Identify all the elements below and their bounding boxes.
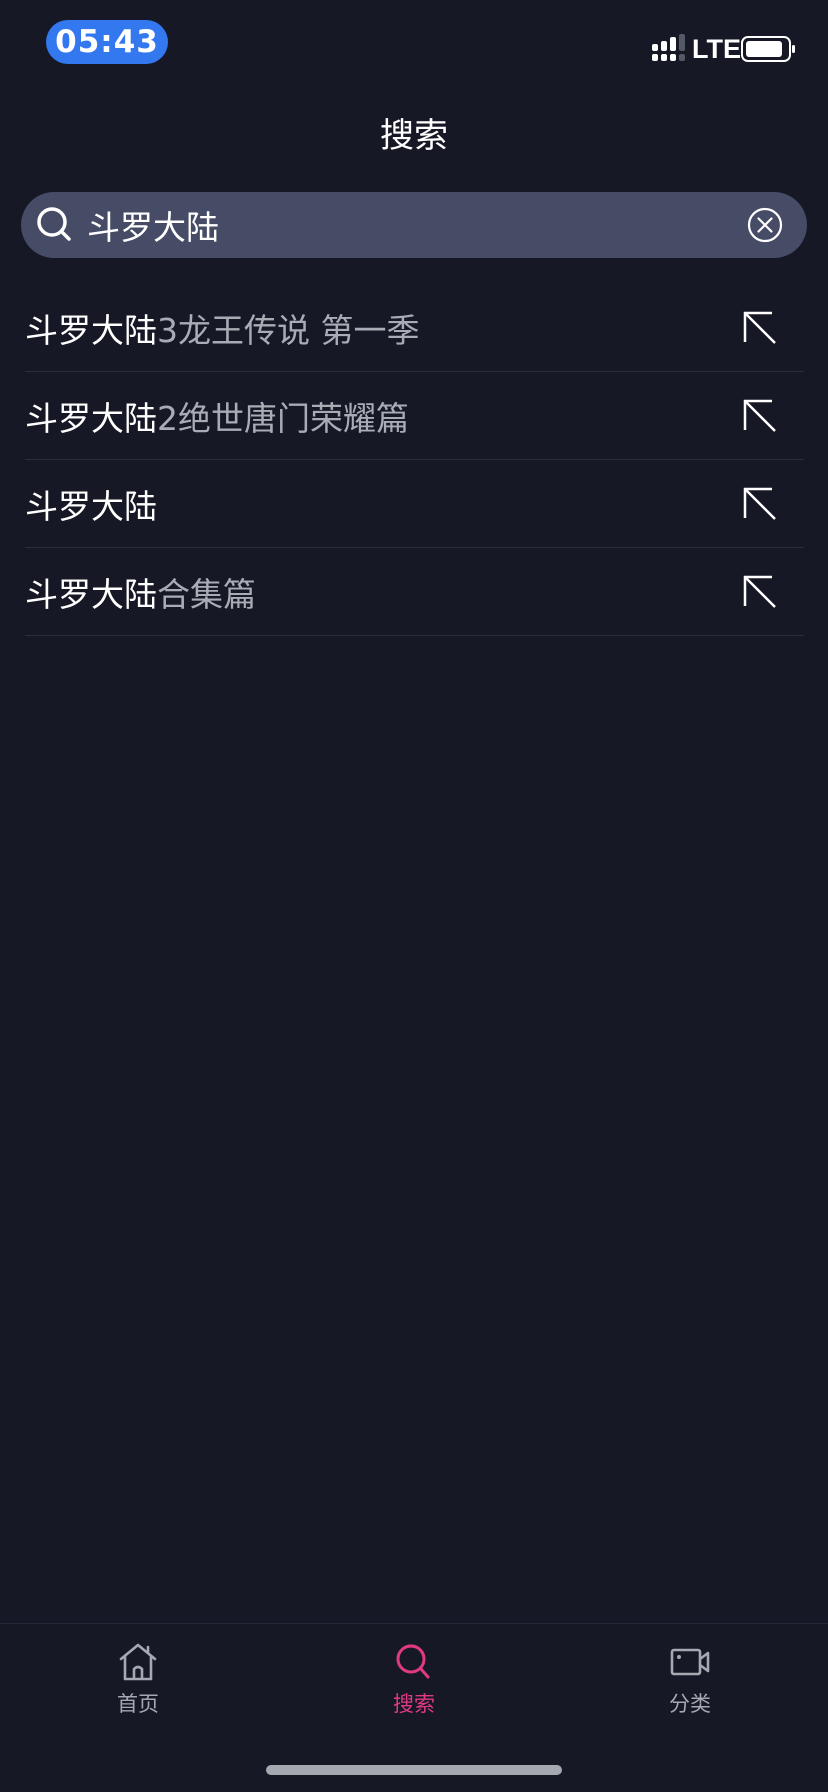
battery-icon (741, 36, 795, 62)
suggestion-item[interactable]: 斗罗大陆3龙王传说 第一季 (25, 284, 804, 372)
suggestion-item[interactable]: 斗罗大陆合集篇 (25, 548, 804, 636)
search-icon (37, 207, 71, 241)
clear-circle-icon[interactable] (746, 206, 784, 244)
home-indicator (266, 1765, 562, 1775)
tab-home-label: 首页 (117, 1692, 159, 1716)
search-bar[interactable] (21, 192, 807, 258)
suggestion-rest: 合集篇 (157, 574, 256, 614)
suggestion-match: 斗罗大陆 (25, 486, 157, 526)
arrow-up-left-icon[interactable] (742, 310, 778, 346)
suggestion-match: 斗罗大陆 (25, 574, 157, 614)
home-icon (119, 1643, 157, 1681)
suggestion-item[interactable]: 斗罗大陆 (25, 460, 804, 548)
suggestion-text: 斗罗大陆合集篇 (25, 568, 256, 616)
page-title: 搜索 (380, 116, 448, 156)
suggestion-match: 斗罗大陆 (25, 310, 157, 350)
suggestion-rest: 3龙王传说 第一季 (157, 310, 420, 350)
suggestion-item[interactable]: 斗罗大陆2绝世唐门荣耀篇 (25, 372, 804, 460)
tab-home[interactable]: 首页 (78, 1642, 198, 1722)
suggestion-text: 斗罗大陆 (25, 480, 157, 528)
search-input[interactable] (87, 192, 687, 258)
arrow-up-left-icon[interactable] (742, 398, 778, 434)
search-icon (396, 1644, 430, 1679)
tab-search-label: 搜索 (393, 1692, 435, 1716)
tab-category-label: 分类 (669, 1692, 711, 1716)
status-bar: 05:43 LTE (0, 0, 828, 90)
suggestion-rest: 2绝世唐门荣耀篇 (157, 398, 409, 438)
suggestion-match: 斗罗大陆 (25, 398, 157, 438)
tab-search[interactable]: 搜索 (354, 1642, 474, 1722)
arrow-up-left-icon[interactable] (742, 574, 778, 610)
cellular-signal-icon (652, 34, 685, 61)
tab-category[interactable]: 分类 (630, 1642, 750, 1722)
network-type: LTE (692, 34, 741, 64)
video-category-icon (670, 1648, 710, 1676)
suggestion-text: 斗罗大陆3龙王传说 第一季 (25, 304, 420, 352)
status-time: 05:43 (46, 20, 168, 64)
suggestion-list: 斗罗大陆3龙王传说 第一季 斗罗大陆2绝世唐门荣耀篇 斗罗大陆 斗罗大陆合集篇 (25, 284, 804, 636)
suggestion-text: 斗罗大陆2绝世唐门荣耀篇 (25, 392, 409, 440)
arrow-up-left-icon[interactable] (742, 486, 778, 522)
